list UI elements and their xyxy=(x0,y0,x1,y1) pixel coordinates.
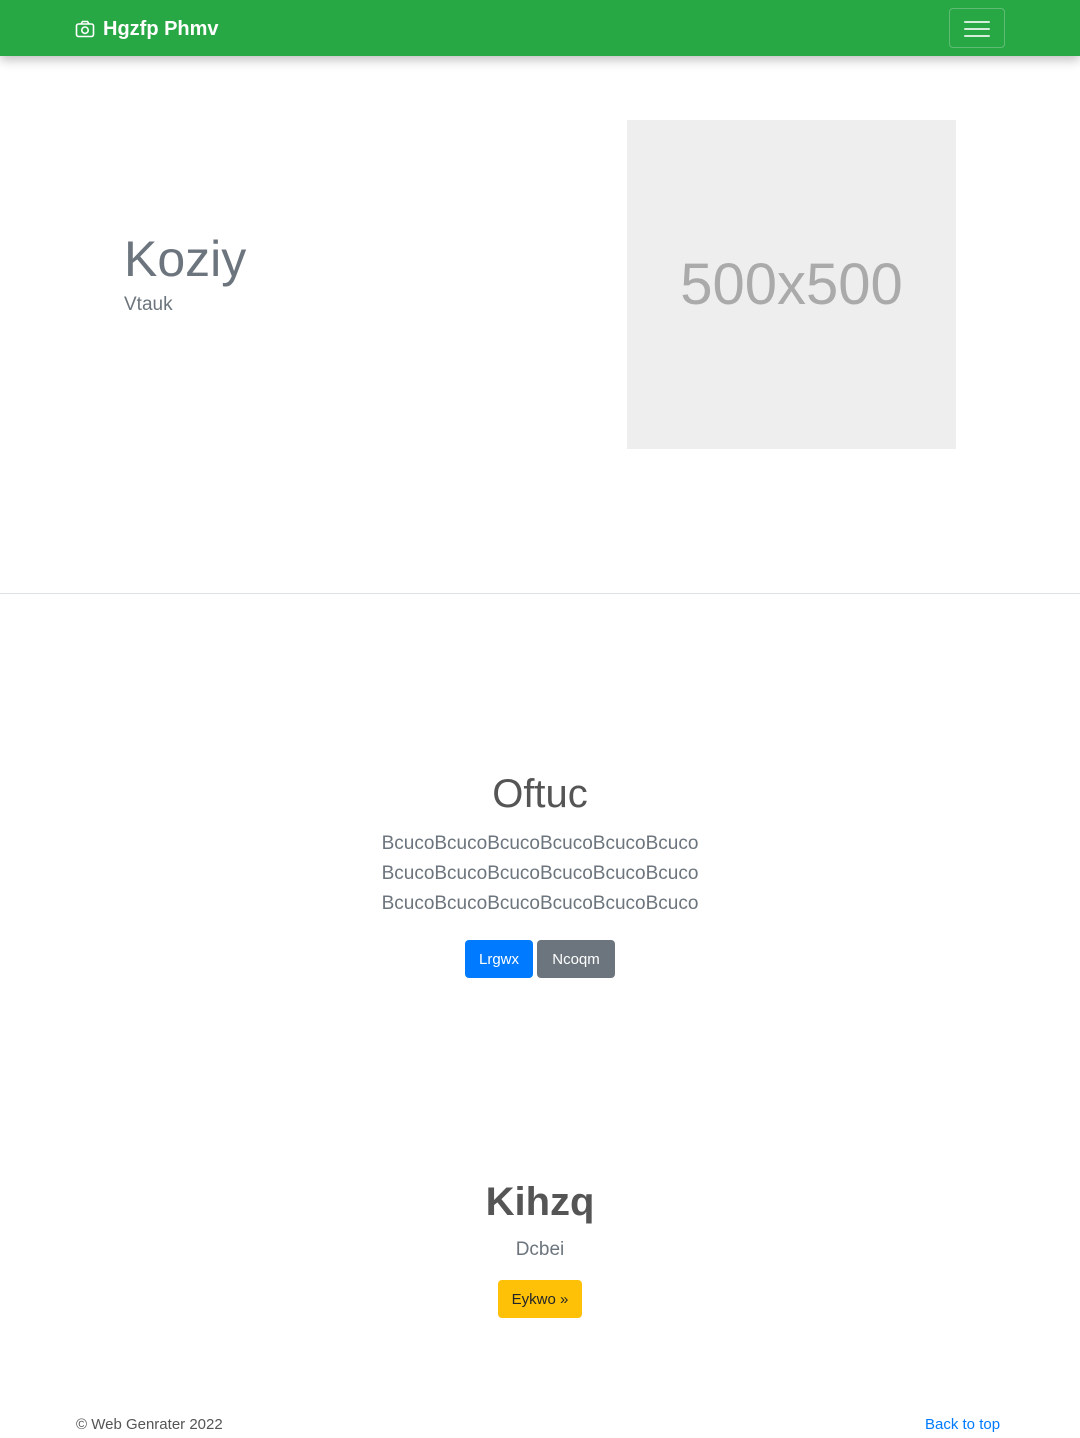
primary-button[interactable]: Lrgwx xyxy=(465,940,533,978)
placeholder-label: 500x500 xyxy=(680,252,903,317)
feature-title: Kihzq xyxy=(485,1180,595,1224)
navbar-toggler-button[interactable] xyxy=(949,8,1005,48)
section-divider xyxy=(0,593,1080,594)
back-to-top-link[interactable]: Back to top xyxy=(925,1416,1000,1433)
feature-subtitle: Dcbei xyxy=(515,1239,565,1260)
section-body: BcucoBcucoBcucoBcucoBcucoBcuco BcucoBcuc… xyxy=(0,829,1080,919)
brand-link[interactable]: Hgzfp Phmv xyxy=(75,16,219,42)
hero-image-placeholder: 500x500 xyxy=(627,120,956,449)
hamburger-menu-icon xyxy=(964,21,990,37)
footer-copyright: © Web Genrater 2022 xyxy=(76,1416,223,1433)
body-line: BcucoBcucoBcucoBcucoBcucoBcuco xyxy=(381,863,699,884)
body-line: BcucoBcucoBcucoBcucoBcucoBcuco xyxy=(381,833,699,854)
secondary-button[interactable]: Ncoqm xyxy=(537,940,615,978)
body-line: BcucoBcucoBcucoBcucoBcucoBcuco xyxy=(381,893,699,914)
navbar: Hgzfp Phmv xyxy=(0,0,1080,56)
camera-icon xyxy=(75,20,95,38)
brand-name: Hgzfp Phmv xyxy=(103,17,219,40)
hero-title: Koziy xyxy=(124,231,247,287)
feature-button[interactable]: Eykwo » xyxy=(498,1280,582,1318)
section-title: Oftuc xyxy=(492,772,588,816)
hero-subtitle: Vtauk xyxy=(124,294,173,315)
